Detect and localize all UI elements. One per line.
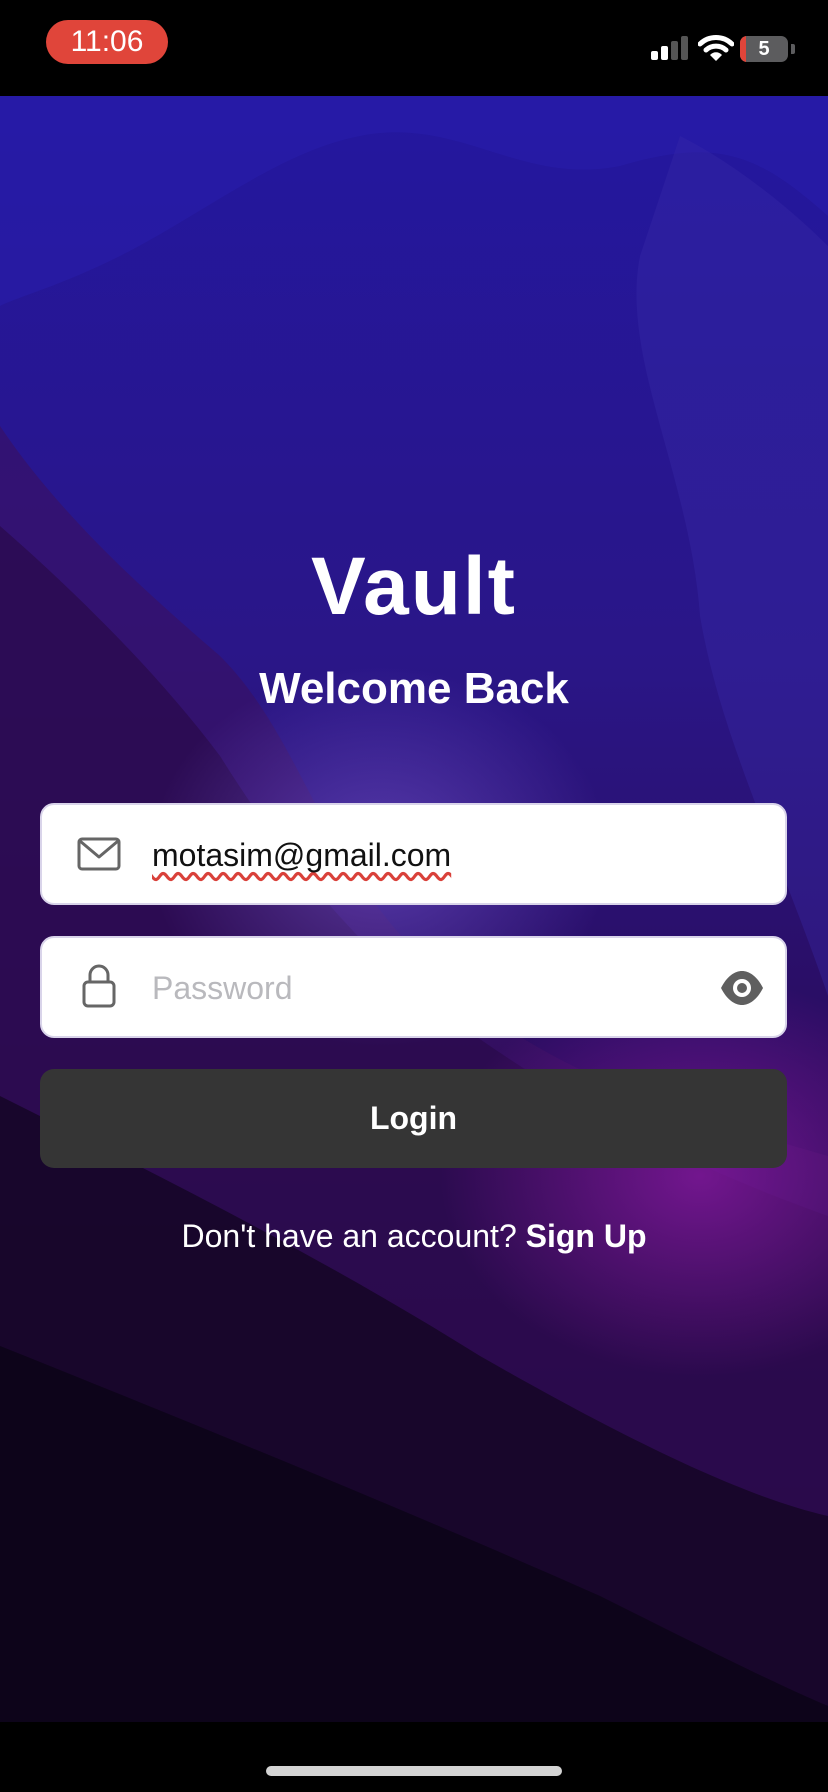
lock-icon [82,964,116,1008]
status-time: 11:06 [46,20,168,64]
wifi-icon [698,35,734,61]
signup-link[interactable]: Sign Up [526,1218,647,1254]
signup-prompt-text: Don't have an account? [181,1218,517,1254]
home-indicator[interactable] [266,1766,562,1776]
background-wallpaper [0,96,828,1722]
password-field[interactable] [40,936,787,1038]
email-field[interactable]: motasim@gmail.com [40,803,787,905]
email-value: motasim@gmail.com [152,837,452,873]
eye-icon[interactable] [719,968,765,1008]
login-button[interactable]: Login [40,1069,787,1168]
signup-prompt: Don't have an account? Sign Up [0,1218,828,1255]
app-title: Vault [311,541,517,632]
battery-cap [791,44,795,54]
battery-indicator: 5 [740,36,788,62]
envelope-icon [77,837,121,871]
welcome-heading: Welcome Back [259,664,569,713]
cellular-signal-icon [651,36,688,60]
battery-percentage: 5 [758,38,770,60]
login-screen: 11:06 5 Vault Welcome Back motasim@gmail… [0,0,828,1792]
email-input[interactable]: motasim@gmail.com [152,805,712,905]
status-bar: 11:06 5 [0,0,828,96]
password-input[interactable] [152,938,712,1038]
